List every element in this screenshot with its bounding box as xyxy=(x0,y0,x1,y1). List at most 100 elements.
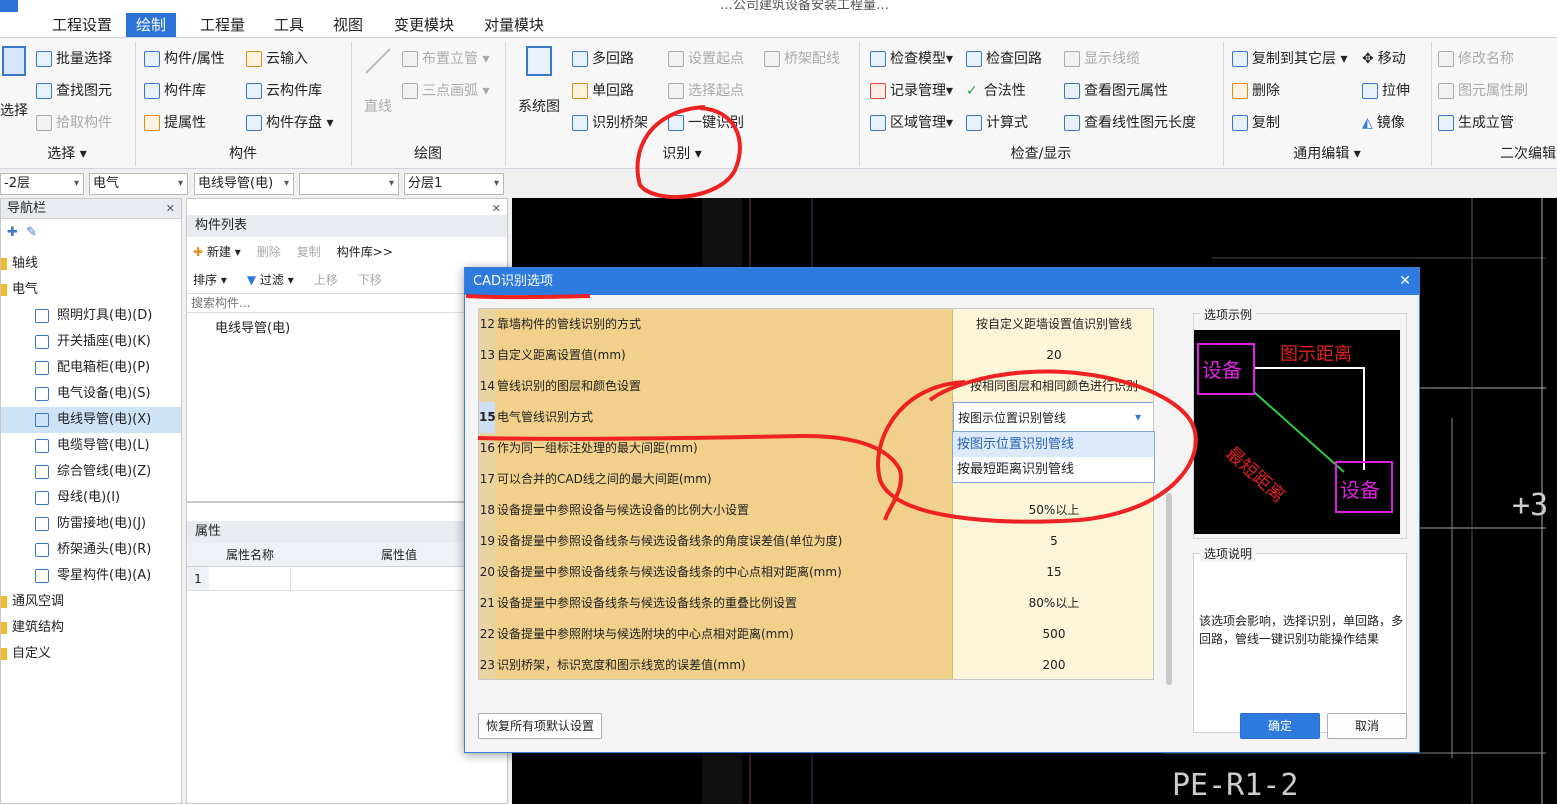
move-down-button[interactable]: 下移 xyxy=(358,271,382,288)
component-list-item[interactable]: 电线导管(电) xyxy=(187,313,507,336)
attr-brush-button[interactable]: 图元属性刷 xyxy=(1438,78,1528,104)
component-attr-button[interactable]: 构件/属性 xyxy=(144,46,225,72)
nav-item-tray-fitting[interactable]: 桥架通头(电)(R) xyxy=(1,537,181,563)
copy-button[interactable]: 复制 xyxy=(1232,110,1280,136)
tray-wiring-button[interactable]: 桥架配线 xyxy=(764,46,840,72)
properties-row[interactable]: 1 xyxy=(187,567,507,591)
group-identify-title[interactable]: 识别 ▾ xyxy=(506,142,858,166)
option-row[interactable]: 22 设备提量中参照附块与候选附块的中心点相对距离(mm) 500 xyxy=(479,619,1153,650)
batch-select-button[interactable]: 批量选择 xyxy=(36,46,112,72)
option-row[interactable]: 12 靠墙构件的管线识别的方式 按自定义距墙设置值识别管线 xyxy=(479,309,1153,340)
nav-item-combined-pipeline[interactable]: 综合管线(电)(Z) xyxy=(1,459,181,485)
check-circuit-button[interactable]: 检查回路 xyxy=(966,46,1042,72)
option-value[interactable]: 按图示位置识别管线 xyxy=(953,402,1153,433)
menu-draw[interactable]: 绘制 xyxy=(126,13,177,37)
component-select[interactable] xyxy=(299,173,399,195)
rename-button[interactable]: 修改名称 xyxy=(1438,46,1514,72)
menu-tools[interactable]: 工具 xyxy=(264,13,314,37)
area-manage-button[interactable]: 区域管理 ▾ xyxy=(870,110,953,136)
mirror-button[interactable]: ◭ 镜像 xyxy=(1362,110,1405,136)
cloud-input-button[interactable]: 云输入 xyxy=(246,46,308,72)
nav-item-switch-socket[interactable]: 开关插座(电)(K) xyxy=(1,329,181,355)
view-element-attr-button[interactable]: 查看图元属性 xyxy=(1064,78,1168,104)
close-icon[interactable]: ✕ xyxy=(492,199,501,219)
option-row[interactable]: 15 电气管线识别方式 按图示位置识别管线 ▾ xyxy=(479,402,1153,433)
option-row[interactable]: 19 设备提量中参照设备线条与候选设备线条的角度误差值(单位为度) 5 xyxy=(479,526,1153,557)
menu-quantity[interactable]: 工程量 xyxy=(190,13,255,37)
option-value[interactable]: 按自定义距墙设置值识别管线 xyxy=(953,309,1153,340)
copy-to-layer-button[interactable]: 复制到其它层 ▾ xyxy=(1232,46,1347,72)
option-value[interactable]: 200 xyxy=(953,650,1153,679)
delete-component-button[interactable]: 删除 xyxy=(257,243,281,260)
generate-riser-button[interactable]: 生成立管 xyxy=(1438,110,1514,136)
option-row[interactable]: 21 设备提量中参照设备线条与候选设备线条的重叠比例设置 80%以上 xyxy=(479,588,1153,619)
close-icon[interactable]: ✕ xyxy=(1399,268,1411,295)
menu-view[interactable]: 视图 xyxy=(323,13,373,37)
validity-button[interactable]: ✓ 合法性 xyxy=(966,78,1026,104)
menu-change-module[interactable]: 变更模块 xyxy=(384,13,464,37)
dropdown-option-by-shortest[interactable]: 按最短距离识别管线 xyxy=(953,457,1154,482)
option-row[interactable]: 20 设备提量中参照设备线条与候选设备线条的中心点相对距离(mm) 15 xyxy=(479,557,1153,588)
group-edit-title[interactable]: 通用编辑 ▾ xyxy=(1224,142,1430,166)
option-value[interactable]: 20 xyxy=(953,340,1153,371)
nav-item-building-structure[interactable]: 建筑结构 xyxy=(1,615,181,641)
nav-item-electrical-equipment[interactable]: 电气设备(电)(S) xyxy=(1,381,181,407)
line-tool-button[interactable]: 直线 xyxy=(360,46,396,126)
nav-item-lighting[interactable]: 照明灯具(电)(D) xyxy=(1,303,181,329)
stretch-button[interactable]: 拉伸 xyxy=(1362,78,1410,104)
option-row[interactable]: 14 管线识别的图层和颜色设置 按相同图层和相同颜色进行识别 xyxy=(479,371,1153,402)
sublayer-select[interactable]: 分层1 xyxy=(404,173,504,195)
nav-item-cable-conduit[interactable]: 电缆导管(电)(L) xyxy=(1,433,181,459)
multi-circuit-button[interactable]: 多回路 xyxy=(572,46,634,72)
identify-tray-button[interactable]: 识别桥架 xyxy=(572,110,648,136)
menu-compare-module[interactable]: 对量模块 xyxy=(474,13,554,37)
scrollbar-thumb[interactable] xyxy=(1166,493,1172,685)
new-button[interactable]: ✚ 新建 ▾ xyxy=(193,243,241,260)
nav-item-wire-conduit[interactable]: 电线导管(电)(X) xyxy=(1,407,181,433)
view-linear-length-button[interactable]: 查看线性图元长度 xyxy=(1064,110,1196,136)
component-type-select[interactable]: 电线导管(电) xyxy=(194,173,294,195)
nav-item-custom[interactable]: 自定义 xyxy=(1,641,181,667)
check-model-button[interactable]: 检查模型 ▾ xyxy=(870,46,953,72)
show-cable-button[interactable]: 显示线缆 xyxy=(1064,46,1140,72)
close-icon[interactable]: ✕ xyxy=(166,199,175,219)
nav-item-electrical[interactable]: 电气 xyxy=(1,277,181,303)
menu-project-settings[interactable]: 工程设置 xyxy=(42,13,122,37)
move-button[interactable]: ✥ 移动 xyxy=(1362,46,1406,72)
copy-component-button[interactable]: 复制 xyxy=(297,243,321,260)
select-big-button[interactable]: 选择 xyxy=(0,46,28,136)
formula-button[interactable]: 计算式 xyxy=(966,110,1028,136)
one-click-identify-button[interactable]: 一键识别 xyxy=(668,110,744,136)
option-value[interactable]: 500 xyxy=(953,619,1153,650)
three-point-arc-button[interactable]: 三点画弧 ▾ xyxy=(402,78,489,104)
nav-item-axis[interactable]: 轴线 xyxy=(1,251,181,277)
move-up-button[interactable]: 上移 xyxy=(314,271,338,288)
system-diagram-button[interactable]: 系统图 xyxy=(514,46,564,126)
floor-select[interactable]: -2层 xyxy=(0,173,84,195)
component-lib-button[interactable]: 构件库 xyxy=(144,78,206,104)
cancel-button[interactable]: 取消 xyxy=(1327,713,1407,739)
dropdown-arrow-icon[interactable]: ▾ xyxy=(1135,402,1141,433)
find-element-button[interactable]: 查找图元 xyxy=(36,78,112,104)
option-value[interactable]: 80%以上 xyxy=(953,588,1153,619)
dropdown-option-by-position[interactable]: 按图示位置识别管线 xyxy=(953,432,1154,457)
nav-item-busbar[interactable]: 母线(电)(I) xyxy=(1,485,181,511)
discipline-select[interactable]: 电气 xyxy=(89,173,188,195)
group-select-title[interactable]: 选择 ▾ xyxy=(0,142,134,166)
pick-component-button[interactable]: 拾取构件 xyxy=(36,110,112,136)
record-manage-button[interactable]: 记录管理 ▾ xyxy=(870,78,953,104)
option-value[interactable]: 按相同图层和相同颜色进行识别 xyxy=(953,371,1153,402)
choose-start-button[interactable]: 选择起点 xyxy=(668,78,744,104)
nav-item-distribution-box[interactable]: 配电箱柜(电)(P) xyxy=(1,355,181,381)
ok-button[interactable]: 确定 xyxy=(1240,713,1320,739)
option-row[interactable]: 18 设备提量中参照设备与候选设备的比例大小设置 50%以上 xyxy=(479,495,1153,526)
option-value[interactable]: 50%以上 xyxy=(953,495,1153,526)
nav-item-lightning-grounding[interactable]: 防雷接地(电)(J) xyxy=(1,511,181,537)
cloud-lib-button[interactable]: 云构件库 xyxy=(246,78,322,104)
option-row[interactable]: 13 自定义距离设置值(mm) 20 xyxy=(479,340,1153,371)
option-value[interactable]: 15 xyxy=(953,557,1153,588)
extract-attr-button[interactable]: 提属性 xyxy=(144,110,206,136)
component-search-input[interactable] xyxy=(187,293,505,313)
option-value[interactable]: 5 xyxy=(953,526,1153,557)
component-save-button[interactable]: 构件存盘 ▾ xyxy=(246,110,333,136)
